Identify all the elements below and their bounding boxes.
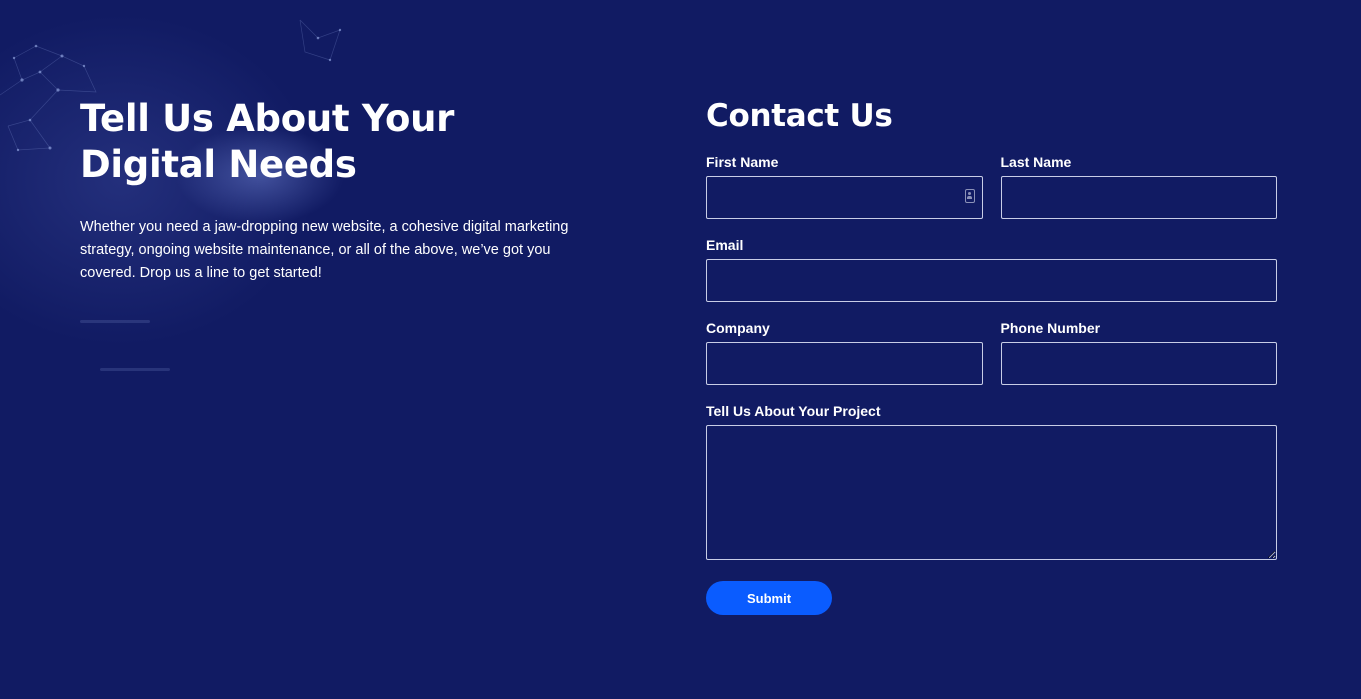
intro-description: Whether you need a jaw-dropping new webs… (80, 219, 569, 281)
phone-group: Phone Number (1000, 319, 1277, 385)
intro-section: Tell Us About Your Digital Needs Whether… (80, 96, 580, 285)
project-row: Tell Us About Your Project (706, 402, 1277, 560)
email-label: Email (706, 237, 744, 253)
email-input[interactable] (706, 259, 1277, 302)
phone-label: Phone Number (1000, 320, 1101, 336)
last-name-input[interactable] (1000, 176, 1277, 219)
project-label: Tell Us About Your Project (706, 403, 881, 419)
submit-button[interactable]: Submit (706, 581, 832, 615)
company-group: Company (706, 319, 983, 385)
first-name-input[interactable] (706, 176, 983, 219)
contact-card-icon[interactable] (964, 189, 975, 203)
email-row: Email (706, 236, 1277, 302)
name-row: First Name Last Name (706, 153, 1277, 219)
last-name-group: Last Name (1000, 153, 1277, 219)
company-label: Company (706, 320, 770, 336)
email-group: Email (706, 236, 1277, 302)
company-input[interactable] (706, 342, 983, 385)
project-group: Tell Us About Your Project (706, 402, 1277, 560)
intro-title: Tell Us About Your Digital Needs (80, 97, 455, 186)
first-name-group: First Name (706, 153, 983, 219)
first-name-label: First Name (706, 154, 779, 170)
project-textarea[interactable] (706, 425, 1277, 560)
phone-input[interactable] (1000, 342, 1277, 385)
last-name-label: Last Name (1000, 154, 1072, 170)
contact-form-title: Contact Us (706, 98, 893, 134)
contact-form-section: Contact Us First Name Last Name Email Co… (706, 96, 1277, 615)
company-phone-row: Company Phone Number (706, 319, 1277, 385)
first-name-wrapper (706, 176, 983, 219)
